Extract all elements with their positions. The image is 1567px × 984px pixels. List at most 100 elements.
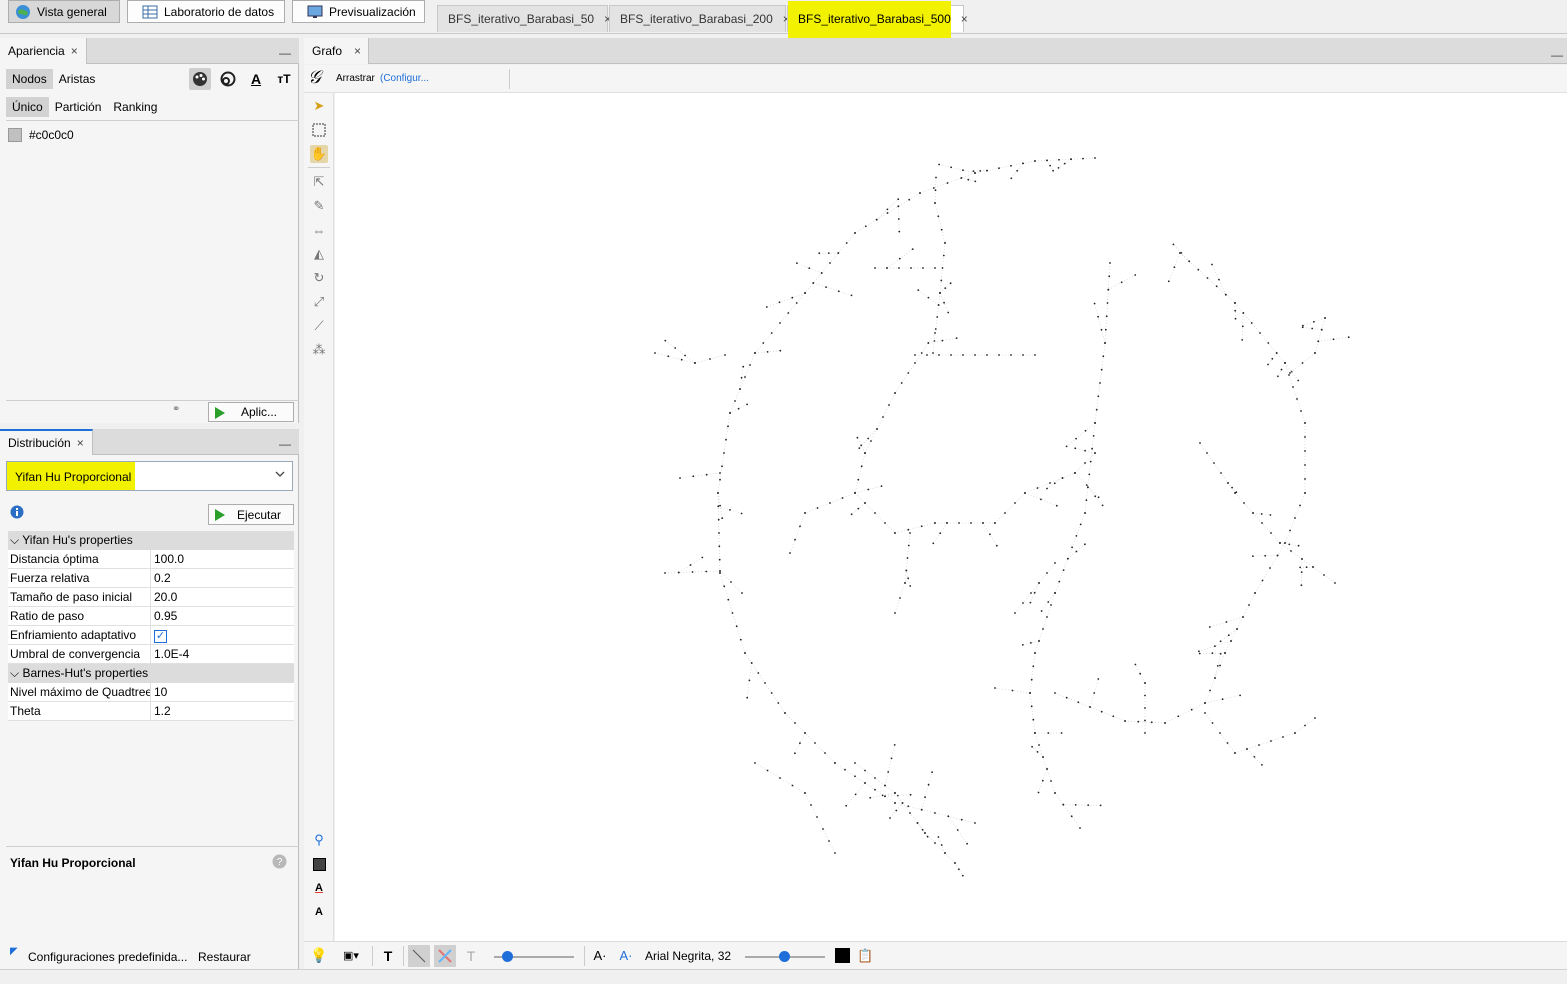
drag-mode-label[interactable]: Arrastrar <box>336 73 375 84</box>
graph-node[interactable] <box>909 812 911 814</box>
graph-node[interactable] <box>799 742 801 745</box>
graph-node[interactable] <box>1070 158 1072 161</box>
minimize-icon[interactable]: — <box>279 437 291 451</box>
neighbors-icon[interactable]: ⁂ <box>310 341 328 359</box>
graph-node[interactable] <box>1054 692 1056 694</box>
resize-icon[interactable]: ⇔ <box>310 221 328 239</box>
chain-icon[interactable]: ⚭ <box>172 404 180 415</box>
property-group-barneshut[interactable]: ⌵ Barnes-Hut's properties <box>8 664 294 683</box>
graph-node[interactable] <box>1104 342 1106 344</box>
graph-node[interactable] <box>1067 557 1069 560</box>
graph-node[interactable] <box>1106 302 1109 304</box>
graph-node[interactable] <box>920 352 923 354</box>
graph-node[interactable] <box>1313 320 1315 323</box>
graph-node[interactable] <box>898 257 901 260</box>
graph-node[interactable] <box>808 267 811 269</box>
paint-bucket-icon[interactable]: ◭ <box>310 245 328 263</box>
graph-node[interactable] <box>1100 710 1103 713</box>
graph-node[interactable] <box>799 525 801 528</box>
graph-node[interactable] <box>1301 558 1303 560</box>
help-icon[interactable]: ? <box>272 854 287 872</box>
graph-node[interactable] <box>730 581 732 583</box>
graph-node[interactable] <box>907 528 910 531</box>
graph-node[interactable] <box>942 254 945 257</box>
close-icon[interactable]: × <box>354 44 361 58</box>
graph-node[interactable] <box>1304 478 1306 480</box>
property-row[interactable]: Ratio de paso 0.95 <box>8 607 294 626</box>
graph-node[interactable] <box>946 522 948 524</box>
graph-node[interactable] <box>864 769 866 772</box>
graph-node[interactable] <box>1091 447 1093 450</box>
graph-node[interactable] <box>998 167 1000 170</box>
graph-node[interactable] <box>934 202 936 204</box>
graph-node[interactable] <box>967 178 970 181</box>
graph-node[interactable] <box>897 218 900 220</box>
graph-node[interactable] <box>961 874 964 877</box>
graph-node[interactable] <box>864 225 867 228</box>
graph-node[interactable] <box>894 532 896 534</box>
graph-node[interactable] <box>960 177 963 179</box>
presets-arrow-icon[interactable]: ◤ <box>10 946 18 957</box>
graph-node[interactable] <box>1038 640 1040 642</box>
graph-node[interactable] <box>986 169 988 172</box>
graph-node[interactable] <box>1085 499 1088 501</box>
graph-node[interactable] <box>886 212 889 214</box>
graph-node[interactable] <box>1347 336 1350 339</box>
graph-node[interactable] <box>1049 164 1051 167</box>
graph-node[interactable] <box>794 538 796 541</box>
graph-node[interactable] <box>864 782 866 784</box>
graph-node[interactable] <box>1300 584 1303 587</box>
graph-node[interactable] <box>721 517 724 520</box>
doc-tab-barabasi-50[interactable]: BFS_iterativo_Barabasi_50 × <box>437 5 611 32</box>
run-button[interactable]: Ejecutar <box>208 504 294 525</box>
graph-node[interactable] <box>694 362 696 364</box>
property-value[interactable]: 0.2 <box>151 569 294 587</box>
graph-node[interactable] <box>674 347 677 349</box>
graph-node[interactable] <box>1243 502 1245 504</box>
graph-node[interactable] <box>974 172 976 174</box>
graph-node[interactable] <box>844 768 846 771</box>
graph-node[interactable] <box>1063 162 1066 165</box>
graph-node[interactable] <box>887 771 890 773</box>
graph-node[interactable] <box>1219 652 1222 655</box>
property-row[interactable]: Theta 1.2 <box>8 702 294 721</box>
graph-node[interactable] <box>989 533 991 536</box>
graph-node[interactable] <box>1164 722 1166 724</box>
doc-tab-barabasi-200[interactable]: BFS_iterativo_Barabasi_200 × <box>609 5 790 32</box>
graph-node[interactable] <box>1097 678 1100 680</box>
graph-node[interactable] <box>1092 435 1095 437</box>
graph-node[interactable] <box>1220 472 1222 474</box>
graph-node[interactable] <box>718 545 721 548</box>
graph-node[interactable] <box>857 478 860 481</box>
graph-node[interactable] <box>1234 492 1236 494</box>
graph-node[interactable] <box>719 472 721 474</box>
graph-node[interactable] <box>825 286 827 288</box>
label-font-icon[interactable]: A <box>310 903 328 921</box>
graph-node[interactable] <box>962 354 964 356</box>
graph-node[interactable] <box>1269 514 1272 516</box>
graph-node[interactable] <box>1037 791 1040 794</box>
presets-button[interactable]: Configuraciones predefinida... <box>28 950 187 964</box>
graph-node[interactable] <box>1275 352 1278 354</box>
graph-node[interactable] <box>1284 542 1286 544</box>
graph-node[interactable] <box>1267 363 1269 366</box>
graph-node[interactable] <box>777 702 780 704</box>
graph-node[interactable] <box>1198 650 1200 653</box>
graph-node[interactable] <box>1046 487 1048 490</box>
graph-node[interactable] <box>837 252 840 254</box>
graph-node[interactable] <box>1204 702 1206 704</box>
graph-node[interactable] <box>794 722 796 724</box>
graph-node[interactable] <box>867 488 870 491</box>
graph-node[interactable] <box>820 272 823 274</box>
graph-node[interactable] <box>1104 328 1107 331</box>
graph-node[interactable] <box>1261 764 1263 766</box>
graph-node[interactable] <box>914 362 916 364</box>
graph-node[interactable] <box>1065 696 1068 699</box>
graph-node[interactable] <box>921 828 924 831</box>
graph-node[interactable] <box>1029 601 1032 604</box>
show-labels-icon[interactable]: T <box>377 945 399 967</box>
graph-node[interactable] <box>995 544 998 547</box>
graph-node[interactable] <box>934 842 936 844</box>
graph-node[interactable] <box>1261 522 1263 524</box>
graph-node[interactable] <box>890 757 893 760</box>
